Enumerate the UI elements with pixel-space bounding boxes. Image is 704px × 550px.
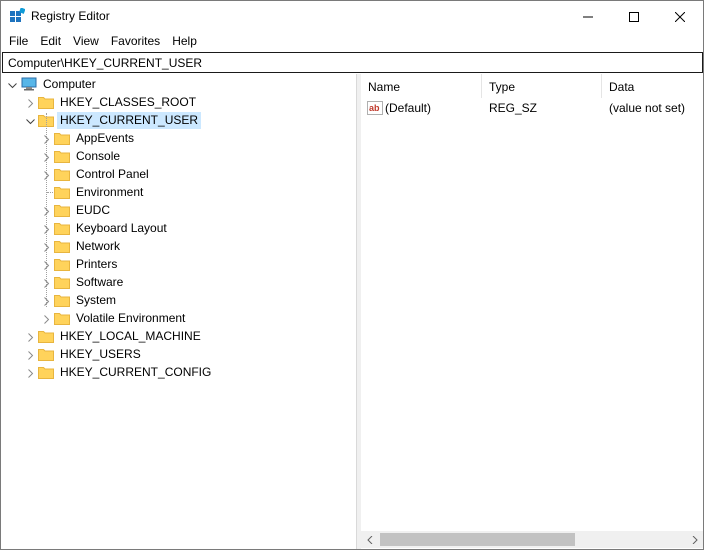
column-header-type[interactable]: Type	[482, 74, 602, 98]
folder-icon	[38, 365, 54, 379]
tree-item-label: Control Panel	[76, 166, 149, 181]
registry-editor-icon	[9, 7, 26, 24]
tree-item-label: HKEY_USERS	[60, 346, 141, 361]
value-type: REG_SZ	[489, 101, 538, 115]
tree-item-console[interactable]: Console	[44, 147, 123, 165]
value-data: (value not set)	[609, 101, 686, 115]
tree-item-label: Keyboard Layout	[76, 220, 167, 235]
expand-icon[interactable]	[26, 367, 35, 378]
tree-item-system[interactable]: System	[44, 291, 119, 309]
tree-item-label: Software	[76, 274, 124, 289]
tree-item-label: HKEY_CURRENT_USER	[57, 111, 202, 129]
folder-icon	[54, 275, 70, 289]
menu-edit[interactable]: Edit	[34, 32, 67, 51]
tree-item-label: System	[76, 292, 117, 307]
tree-connector	[47, 192, 53, 193]
menu-bar: File Edit View Favorites Help	[1, 32, 703, 51]
menu-help[interactable]: Help	[166, 32, 203, 51]
folder-icon	[54, 311, 70, 325]
value-list-pane[interactable]: Name Type Data ab (Default) REG_SZ (valu…	[361, 74, 703, 549]
tree-connector	[46, 113, 47, 307]
tree-item-control-panel[interactable]: Control Panel	[44, 165, 152, 183]
horizontal-scrollbar[interactable]	[361, 531, 703, 548]
expand-icon[interactable]	[26, 331, 35, 342]
menu-file[interactable]: File	[3, 32, 34, 51]
folder-icon	[54, 203, 70, 217]
tree-item-label: Computer	[43, 76, 96, 91]
title-bar[interactable]: Registry Editor	[1, 1, 703, 32]
tree-item-computer[interactable]: Computer	[8, 75, 99, 93]
tree-item-label: HKEY_CLASSES_ROOT	[60, 94, 197, 109]
computer-icon	[21, 77, 37, 91]
close-icon	[675, 11, 685, 22]
folder-icon	[38, 329, 54, 343]
menu-favorites[interactable]: Favorites	[105, 32, 166, 51]
string-value-icon: ab	[367, 101, 383, 115]
value-row[interactable]: ab (Default) REG_SZ (value not set)	[361, 99, 703, 117]
maximize-button[interactable]	[611, 1, 657, 32]
tree-item-label: Printers	[76, 256, 118, 271]
value-name: (Default)	[385, 101, 432, 115]
folder-icon	[38, 347, 54, 361]
tree-item-label: AppEvents	[76, 130, 135, 145]
tree-item-keyboard-layout[interactable]: Keyboard Layout	[44, 219, 170, 237]
tree-item-environment[interactable]: Environment	[54, 183, 146, 201]
folder-icon	[54, 167, 70, 181]
tree-item-eudc[interactable]: EUDC	[44, 201, 113, 219]
tree-item-label: EUDC	[76, 202, 111, 217]
maximize-icon	[629, 11, 639, 22]
folder-icon	[54, 185, 70, 199]
folder-icon	[54, 239, 70, 253]
tree-item-software[interactable]: Software	[44, 273, 126, 291]
address-path: Computer\HKEY_CURRENT_USER	[8, 56, 203, 70]
list-header: Name Type Data	[361, 74, 703, 98]
tree-item-network[interactable]: Network	[44, 237, 123, 255]
tree-item-hkey-users[interactable]: HKEY_USERS	[28, 345, 144, 363]
tree-item-label: Volatile Environment	[76, 310, 186, 325]
tree-item-hkey-local-machine[interactable]: HKEY_LOCAL_MACHINE	[28, 327, 204, 345]
tree-item-label: HKEY_LOCAL_MACHINE	[60, 328, 201, 343]
tree-item-label: Network	[76, 238, 121, 253]
key-tree-pane[interactable]: Computer HKEY_CLASSES_ROOT HKEY_CURRENT_US…	[2, 74, 357, 549]
folder-icon	[38, 95, 54, 109]
address-bar[interactable]: Computer\HKEY_CURRENT_USER	[2, 52, 703, 73]
folder-icon	[54, 221, 70, 235]
scroll-thumb[interactable]	[380, 533, 575, 546]
folder-icon	[54, 131, 70, 145]
tree-item-appevents[interactable]: AppEvents	[44, 129, 137, 147]
tree-item-hkey-current-user[interactable]: HKEY_CURRENT_USER	[26, 111, 202, 129]
minimize-icon	[583, 16, 593, 17]
expand-icon[interactable]	[42, 313, 51, 324]
folder-icon	[54, 293, 70, 307]
collapse-icon[interactable]	[26, 115, 35, 125]
tree-item-printers[interactable]: Printers	[44, 255, 120, 273]
expand-icon[interactable]	[26, 97, 35, 108]
tree-item-hkey-classes-root[interactable]: HKEY_CLASSES_ROOT	[28, 93, 199, 111]
tree-item-hkey-current-config[interactable]: HKEY_CURRENT_CONFIG	[28, 363, 214, 381]
collapse-icon[interactable]	[8, 79, 17, 89]
tree-item-label: Console	[76, 148, 121, 163]
tree-item-volatile-environment[interactable]: Volatile Environment	[44, 309, 188, 327]
folder-icon	[54, 149, 70, 163]
expand-icon[interactable]	[26, 349, 35, 360]
column-header-data[interactable]: Data	[602, 74, 703, 98]
tree-item-label: HKEY_CURRENT_CONFIG	[60, 364, 212, 379]
window-title: Registry Editor	[31, 9, 110, 23]
close-button[interactable]	[657, 1, 703, 32]
column-header-name[interactable]: Name	[361, 74, 482, 98]
scroll-right-icon[interactable]	[686, 531, 703, 548]
scroll-left-icon[interactable]	[361, 531, 378, 548]
minimize-button[interactable]	[565, 1, 611, 32]
svg-text:ab: ab	[369, 103, 380, 113]
menu-view[interactable]: View	[67, 32, 105, 51]
registry-editor-window: Registry Editor File Edit View Favorites…	[0, 0, 704, 550]
folder-icon	[54, 257, 70, 271]
tree-item-label: Environment	[76, 184, 144, 199]
